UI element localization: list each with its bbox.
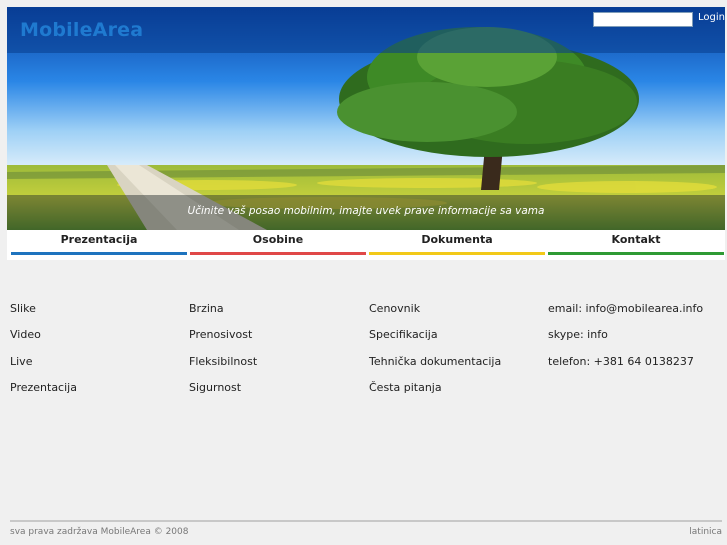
column-osobine: Brzina Prenosivost Fleksibilnost Sigurno… — [189, 296, 367, 402]
language-switch-link[interactable]: latinica — [689, 527, 722, 537]
link-sigurnost[interactable]: Sigurnost — [189, 375, 367, 401]
tagline: Učinite vaš posao mobilnim, imajte uvek … — [187, 205, 545, 217]
link-specifikacija[interactable]: Specifikacija — [369, 322, 547, 348]
footer-copyright: sva prava zadržava MobileArea © 2008 — [10, 527, 189, 537]
link-prenosivost[interactable]: Prenosivost — [189, 322, 367, 348]
nav-tab-dokumenta[interactable]: Dokumenta — [369, 230, 545, 260]
link-cesta-pitanja[interactable]: Česta pitanja — [369, 375, 547, 401]
link-prezentacija[interactable]: Prezentacija — [10, 375, 188, 401]
link-cenovnik[interactable]: Cenovnik — [369, 296, 547, 322]
footer-divider — [10, 520, 722, 522]
nav-tab-underline — [190, 252, 366, 255]
link-slike[interactable]: Slike — [10, 296, 188, 322]
nav-tab-underline — [369, 252, 545, 255]
link-brzina[interactable]: Brzina — [189, 296, 367, 322]
contact-email: email: info@mobilearea.info — [548, 302, 704, 315]
main-nav: Prezentacija Osobine Dokumenta Kontakt — [7, 230, 725, 260]
nav-tab-osobine[interactable]: Osobine — [190, 230, 366, 260]
login-link[interactable]: Login — [698, 12, 725, 23]
contact-skype: skype: info — [548, 328, 608, 342]
column-kontakt: email: info@mobilearea.info skype: info … — [548, 296, 726, 375]
link-video[interactable]: Video — [10, 322, 188, 348]
column-dokumenta: Cenovnik Specifikacija Tehnička dokument… — [369, 296, 547, 402]
login-username-input[interactable] — [593, 12, 693, 27]
link-live[interactable]: Live — [10, 349, 188, 375]
hero-banner: MobileArea Login Učinite vaš posao mobil… — [7, 7, 725, 230]
nav-tab-label: Dokumenta — [421, 233, 493, 246]
link-fleksibilnost[interactable]: Fleksibilnost — [189, 349, 367, 375]
nav-tab-label: Kontakt — [611, 233, 661, 246]
nav-tab-label: Osobine — [252, 233, 304, 246]
logo[interactable]: MobileArea — [20, 19, 143, 41]
nav-tab-prezentacija[interactable]: Prezentacija — [11, 230, 187, 260]
nav-tab-kontakt[interactable]: Kontakt — [548, 230, 724, 260]
nav-tab-label: Prezentacija — [60, 233, 138, 246]
nav-tab-underline — [548, 252, 724, 255]
link-tehnicka-dokumentacija[interactable]: Tehnička dokumentacija — [369, 349, 547, 375]
column-prezentacija: Slike Video Live Prezentacija — [10, 296, 188, 402]
header-bar: MobileArea Login — [7, 7, 725, 53]
contact-phone: telefon: +381 64 0138237 — [548, 354, 694, 368]
nav-tab-underline — [11, 252, 187, 255]
